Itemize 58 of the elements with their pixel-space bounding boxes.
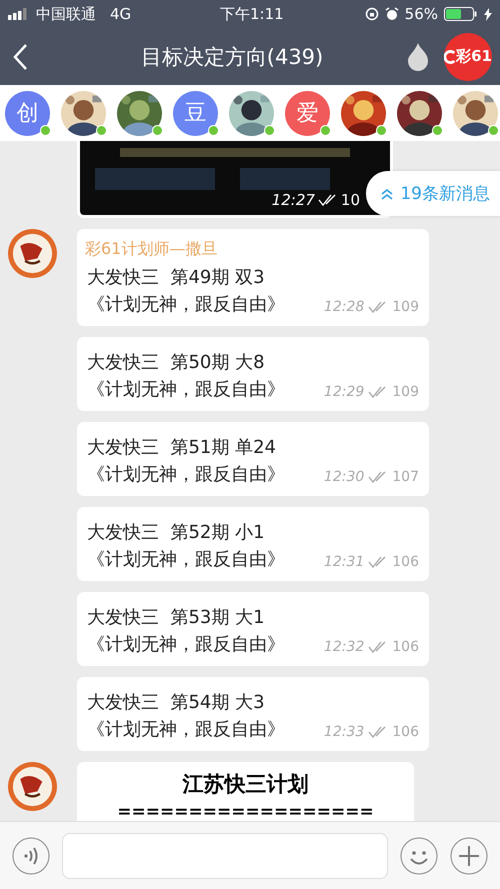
app-logo[interactable]: 彩61 [444, 32, 492, 80]
battery-icon [444, 7, 478, 21]
read-ticks-icon [368, 641, 388, 653]
member-avatar[interactable]: 创 [5, 90, 50, 136]
message-text: 大发快三 第49期 双3 [87, 266, 265, 290]
message-text: 大发快三 第51期 单24 [87, 436, 276, 460]
sender-name: 彩61计划师—撒旦 [85, 239, 218, 260]
message-text: 《计划无神，跟反自由》 [87, 293, 285, 317]
rotation-lock-icon [364, 7, 379, 21]
read-ticks-icon [368, 471, 388, 483]
sender-avatar[interactable] [8, 762, 57, 811]
message-text: 大发快三 第50期 大8 [87, 351, 265, 375]
message-text: 《计划无神，跟反自由》 [87, 633, 285, 657]
carrier-name: 中国联通 [36, 4, 96, 24]
network-type: 4G [110, 5, 132, 23]
read-count: 106 [392, 554, 419, 570]
message-time: 12:32 [324, 639, 364, 655]
card-title: 江苏快三计划 [182, 771, 308, 798]
message-time: 12:28 [324, 299, 364, 315]
read-ticks-icon [318, 194, 338, 206]
emoji-icon[interactable] [400, 836, 438, 874]
message-time: 12:27 [272, 191, 315, 209]
voice-icon[interactable] [12, 836, 50, 874]
read-count: 109 [392, 299, 419, 315]
read-count: 106 [392, 724, 419, 740]
charging-icon [484, 8, 492, 20]
read-count: 10 [340, 191, 360, 209]
read-ticks-icon [368, 301, 388, 313]
read-count: 106 [392, 639, 419, 655]
divider-text: ================== [117, 802, 374, 821]
chat-title: 目标决定方向(439) [140, 44, 324, 70]
message-text: 大发快三 第52期 小1 [87, 521, 265, 545]
message-input[interactable] [62, 832, 388, 878]
message-text: 《计划无神，跟反自由》 [87, 463, 285, 487]
read-count: 109 [392, 384, 419, 400]
message-text: 《计划无神，跟反自由》 [87, 548, 285, 572]
message-text: 《计划无神，跟反自由》 [87, 718, 285, 742]
read-ticks-icon [368, 556, 388, 568]
read-ticks-icon [368, 386, 388, 398]
clock-time: 下午1:11 [220, 4, 284, 24]
message-time: 12:31 [324, 554, 364, 570]
message-time: 12:33 [324, 724, 364, 740]
alarm-icon [384, 7, 399, 21]
message-text: 《计划无神，跟反自由》 [87, 378, 285, 402]
sender-avatar[interactable] [8, 229, 57, 278]
battery-percent: 56% [404, 5, 438, 23]
read-count: 107 [392, 469, 419, 485]
plus-icon[interactable] [450, 836, 488, 874]
message-text: 大发快三 第53期 大1 [87, 606, 265, 630]
back-icon[interactable] [12, 42, 28, 70]
message-text: 大发快三 第54期 大3 [87, 691, 265, 715]
message-time: 12:30 [324, 469, 364, 485]
new-messages-button[interactable]: 19条新消息 [366, 171, 500, 216]
member-avatar[interactable]: 豆 [173, 90, 218, 136]
read-ticks-icon [368, 726, 388, 738]
member-avatar[interactable]: 爱 [285, 90, 330, 136]
double-chevron-up-icon [380, 188, 394, 200]
message-time: 12:29 [324, 384, 364, 400]
